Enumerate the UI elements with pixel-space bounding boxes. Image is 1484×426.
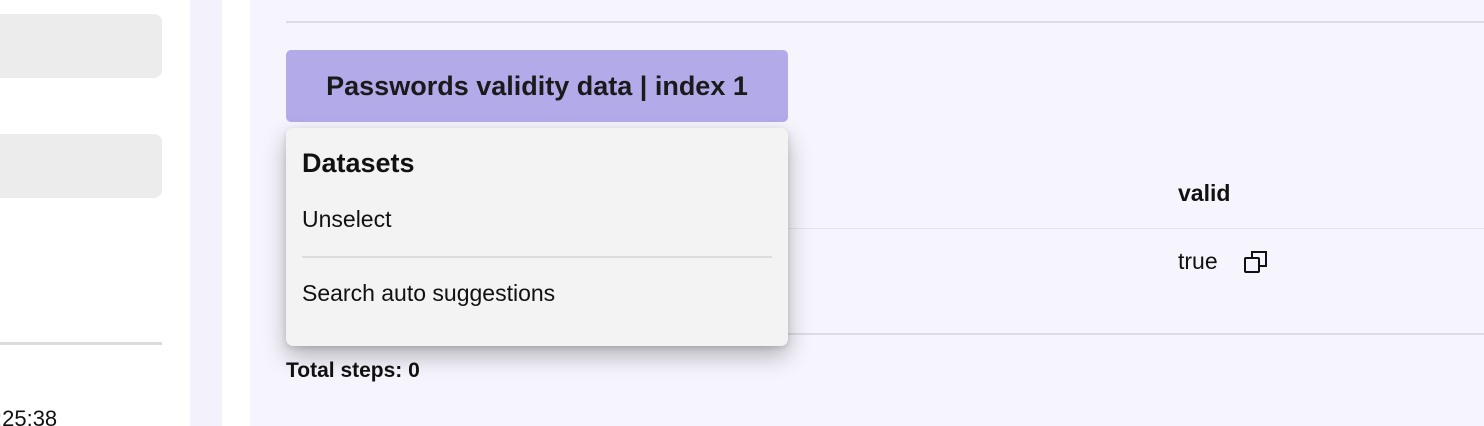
table-cell-valid: true: [1178, 248, 1218, 274]
menu-item-search-auto-suggestions[interactable]: Search auto suggestions: [302, 280, 555, 307]
total-steps-label: Total steps: 0: [286, 359, 420, 382]
left-panel: :25:38: [0, 0, 190, 426]
left-timestamp: :25:38: [0, 406, 58, 426]
datasets-dropdown-menu: Datasets Unselect Search auto suggestion…: [286, 128, 788, 346]
copy-icon[interactable]: [1242, 248, 1270, 276]
column-header-valid: valid: [1178, 180, 1231, 206]
panel-gap: [222, 0, 250, 426]
scroll-gutter: [190, 0, 222, 426]
app-root: :25:38 Passwords validity data | index 1…: [0, 0, 1484, 426]
menu-item-unselect[interactable]: Unselect: [302, 206, 391, 233]
dropdown-separator: [302, 256, 772, 258]
left-input-field-1[interactable]: [0, 14, 162, 78]
top-divider: [286, 21, 1484, 23]
dataset-selector-button[interactable]: Passwords validity data | index 1: [286, 50, 788, 122]
dropdown-title: Datasets: [302, 148, 415, 178]
left-input-field-2[interactable]: [0, 134, 162, 198]
left-divider: [0, 342, 162, 345]
